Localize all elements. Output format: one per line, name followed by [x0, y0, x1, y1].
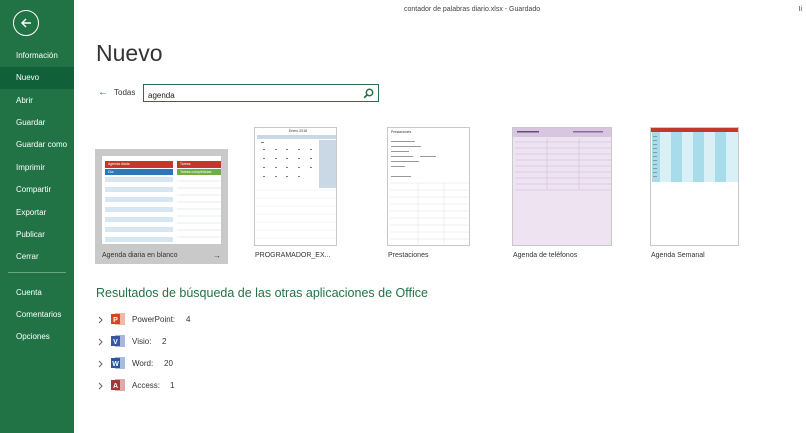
- powerpoint-icon: P: [111, 312, 125, 326]
- template-thumbnail: [650, 127, 739, 246]
- prestaciones-preview: [390, 141, 469, 245]
- back-button[interactable]: [13, 10, 39, 36]
- left-arrow-icon: ←: [98, 87, 108, 98]
- sidebar-item-imprimir[interactable]: Imprimir: [0, 157, 74, 179]
- chevron-right-icon: [98, 360, 103, 368]
- app-label: Word:: [132, 359, 154, 368]
- window-title: contador de palabras diario.xlsx - Guard…: [404, 6, 541, 13]
- template-thumbnail: [512, 127, 612, 246]
- sidebar-item-opciones[interactable]: Opciones: [0, 326, 74, 348]
- sidebar-item-guardar[interactable]: Guardar: [0, 112, 74, 134]
- thumb-header-left: Agenda diaria: [108, 162, 130, 166]
- search-icon[interactable]: [363, 88, 374, 99]
- thumb-sub2: Tareas completadas: [180, 170, 212, 174]
- app-label: Access:: [132, 381, 161, 390]
- template-agenda-semanal[interactable]: Agenda Semanal: [650, 127, 740, 262]
- backstage-sidebar: Información Nuevo Abrir Guardar Guardar …: [0, 0, 74, 433]
- sidebar-item-cerrar[interactable]: Cerrar: [0, 246, 74, 268]
- back-arrow-icon: [21, 18, 31, 28]
- sidebar-item-informacion[interactable]: Información: [0, 45, 74, 67]
- sidebar-divider: [8, 272, 66, 273]
- template-search-input[interactable]: [144, 87, 354, 104]
- svg-text:A: A: [113, 383, 118, 390]
- word-icon: W: [111, 356, 125, 370]
- template-programador[interactable]: Enero 2018 PROGRAMADOR_EX...: [254, 127, 338, 262]
- sidebar-item-abrir[interactable]: Abrir: [0, 90, 74, 112]
- app-result-count: 4: [186, 315, 191, 324]
- app-label: Visio:: [132, 337, 152, 346]
- chevron-right-icon: [98, 316, 103, 324]
- svg-text:P: P: [113, 317, 118, 324]
- sidebar-item-guardar-como[interactable]: Guardar como: [0, 134, 74, 156]
- thumb-header-right: Tareas: [180, 162, 191, 166]
- svg-text:W: W: [112, 361, 119, 368]
- other-apps-results-heading: Resultados de búsqueda de las otras apli…: [96, 286, 428, 300]
- app-result-count: 1: [170, 381, 175, 390]
- template-search-box: [143, 84, 379, 104]
- template-thumbnail: Agenda diaria Tareas Día Tareas completa…: [101, 155, 222, 245]
- prestaciones-thumb-title: Prestaciones: [391, 130, 412, 134]
- title-bar: contador de palabras diario.xlsx - Guard…: [74, 0, 806, 20]
- svg-text:V: V: [113, 339, 118, 346]
- visio-icon: V: [111, 334, 125, 348]
- template-agenda-diaria[interactable]: Agenda diaria Tareas Día Tareas completa…: [95, 149, 228, 264]
- sidebar-item-publicar[interactable]: Publicar: [0, 224, 74, 246]
- app-result-count: 2: [162, 337, 167, 346]
- sidebar-item-cuenta[interactable]: Cuenta: [0, 282, 74, 304]
- template-name: PROGRAMADOR_EX...: [255, 252, 331, 259]
- chevron-right-icon: [98, 382, 103, 390]
- template-name: Agenda diaria en blanco: [102, 252, 178, 259]
- template-thumbnail: Enero 2018: [254, 127, 337, 246]
- template-name: Agenda de teléfonos: [513, 252, 578, 259]
- app-label: PowerPoint:: [132, 315, 176, 324]
- phonebook-preview: [513, 128, 611, 191]
- weekly-agenda-preview: [651, 128, 738, 182]
- access-icon: A: [111, 378, 125, 392]
- calendar-month-title: Enero 2018: [289, 129, 308, 133]
- template-prestaciones[interactable]: Prestaciones Prestaciones: [387, 127, 471, 262]
- chevron-right-icon: [98, 338, 103, 346]
- page-title: Nuevo: [96, 40, 163, 66]
- thumb-sub: Día: [108, 170, 114, 174]
- sidebar-item-nuevo[interactable]: Nuevo: [0, 67, 74, 89]
- pin-icon[interactable]: →: [213, 251, 221, 260]
- template-thumbnail: Prestaciones: [387, 127, 470, 246]
- sidebar-item-exportar[interactable]: Exportar: [0, 202, 74, 224]
- back-to-all-label: Todas: [114, 88, 136, 97]
- back-to-all-link[interactable]: ← Todas: [98, 87, 135, 98]
- app-result-count: 20: [164, 359, 173, 368]
- sidebar-item-comentarios[interactable]: Comentarios: [0, 304, 74, 326]
- titlebar-corner-text: Ii: [798, 6, 803, 13]
- template-agenda-telefonos[interactable]: Agenda de teléfonos: [512, 127, 612, 262]
- template-name: Agenda Semanal: [651, 252, 705, 259]
- template-name: Prestaciones: [388, 252, 429, 259]
- calendar-preview: [257, 135, 336, 239]
- sidebar-item-compartir[interactable]: Compartir: [0, 179, 74, 201]
